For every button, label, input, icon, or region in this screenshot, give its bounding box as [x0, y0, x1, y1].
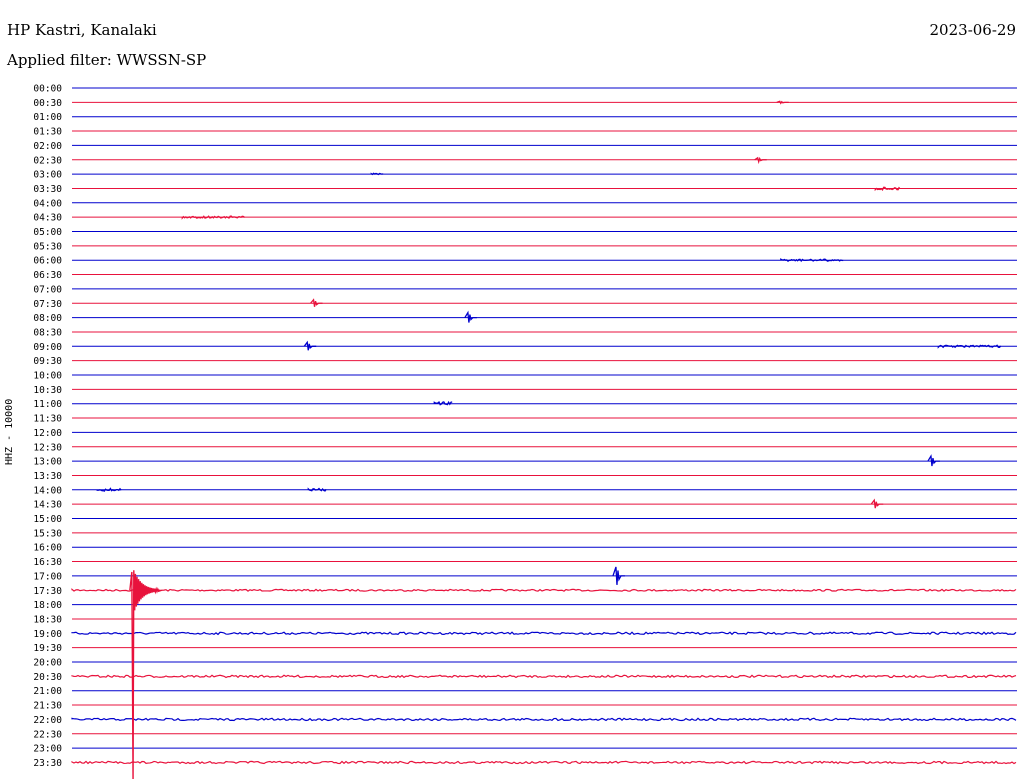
row-label: 14:00 — [33, 485, 62, 496]
seismic-event — [370, 172, 384, 176]
row-label: 07:30 — [33, 299, 62, 310]
row-label: 13:30 — [33, 471, 62, 482]
helicorder-plot: 00:00 00:30 01:00 01:30 02:00 02:30 03:00 03:30… — [33, 84, 1017, 780]
row-label: 16:00 — [33, 543, 62, 554]
row-label: 16:30 — [33, 557, 62, 568]
seismic-event — [937, 344, 1002, 349]
row-label: 11:30 — [33, 414, 62, 425]
row-label: 08:00 — [33, 313, 62, 324]
row-label: 09:30 — [33, 356, 62, 367]
row-label: 20:00 — [33, 658, 62, 669]
seismic-event — [181, 215, 245, 220]
row-label: 05:00 — [33, 227, 62, 238]
row-label: 10:30 — [33, 385, 62, 396]
row-label: 09:00 — [33, 342, 62, 353]
row-label: 01:00 — [33, 112, 62, 123]
row-label: 13:00 — [33, 457, 62, 468]
row-label: 05:30 — [33, 241, 62, 252]
row-label: 21:30 — [33, 701, 62, 712]
row-label: 23:00 — [33, 744, 62, 755]
row-label: 11:00 — [33, 399, 62, 410]
row-label: 02:00 — [33, 141, 62, 152]
trace-row — [71, 631, 1017, 636]
row-label: 19:30 — [33, 643, 62, 654]
row-label: 17:00 — [33, 571, 62, 582]
trace-row — [71, 760, 1017, 765]
row-label: 06:30 — [33, 270, 62, 281]
row-label: 03:00 — [33, 170, 62, 181]
seismic-event — [776, 100, 789, 105]
row-label: 18:00 — [33, 600, 62, 611]
row-label: 07:00 — [33, 284, 62, 295]
row-label: 06:00 — [33, 256, 62, 267]
row-label: 22:00 — [33, 715, 62, 726]
trace-row — [71, 717, 1017, 722]
row-label: 03:30 — [33, 184, 62, 195]
seismic-event — [96, 487, 122, 492]
row-label: 02:30 — [33, 155, 62, 166]
row-label: 17:30 — [33, 586, 62, 597]
row-label: 04:30 — [33, 213, 62, 224]
row-label: 20:30 — [33, 672, 62, 683]
row-label: 08:30 — [33, 327, 62, 338]
row-label: 23:30 — [33, 758, 62, 769]
row-labels: 00:00 00:30 01:00 01:30 02:00 02:30 03:00 03:30… — [33, 84, 62, 769]
trace-row — [71, 588, 1017, 592]
row-label: 21:00 — [33, 686, 62, 697]
row-label: 15:00 — [33, 514, 62, 525]
row-label: 10:00 — [33, 371, 62, 382]
row-label: 04:00 — [33, 198, 62, 209]
row-label: 14:30 — [33, 500, 62, 511]
row-label: 15:30 — [33, 528, 62, 539]
row-label: 22:30 — [33, 729, 62, 740]
row-label: 12:30 — [33, 442, 62, 453]
row-label: 01:30 — [33, 127, 62, 138]
row-label: 00:30 — [33, 98, 62, 109]
seismic-event — [780, 258, 844, 263]
trace-row — [71, 674, 1017, 679]
row-label: 18:30 — [33, 614, 62, 625]
row-label: 19:00 — [33, 629, 62, 640]
row-label: 00:00 — [33, 84, 62, 95]
row-label: 12:00 — [33, 428, 62, 439]
